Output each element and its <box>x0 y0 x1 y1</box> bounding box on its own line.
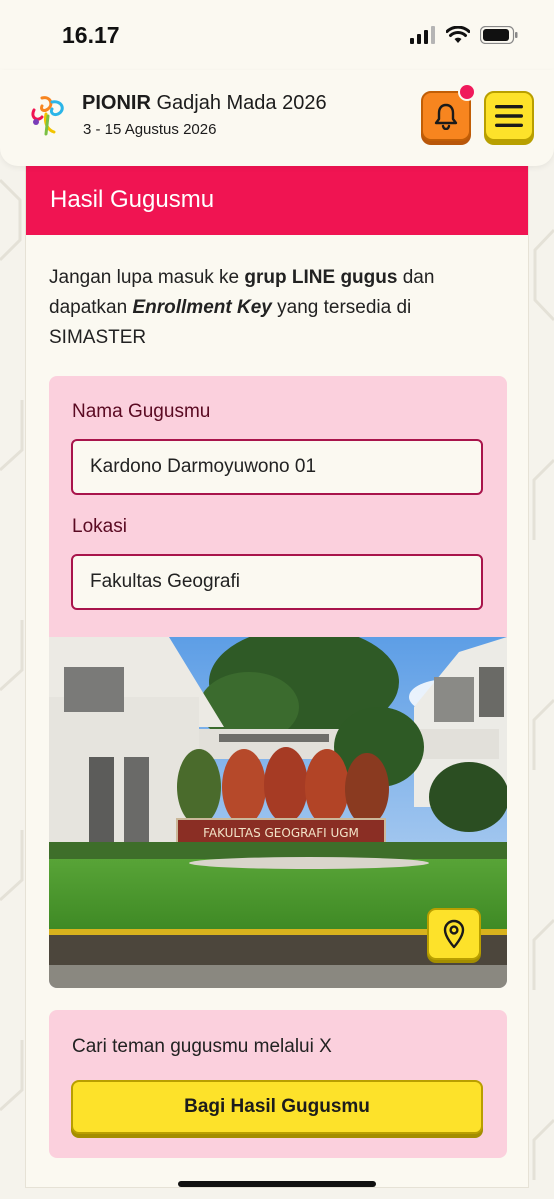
share-result-button[interactable]: Bagi Hasil Gugusmu <box>71 1080 483 1134</box>
app-title: PIONIR Gadjah Mada 2026 <box>82 92 327 115</box>
hamburger-menu-icon <box>495 105 523 127</box>
wifi-icon <box>446 26 470 43</box>
intro-text: Jangan lupa masuk ke grup LINE gugus dan… <box>49 263 469 353</box>
group-name-field[interactable]: Kardono Darmoyuwono 01 <box>71 439 483 495</box>
notification-badge <box>458 83 476 101</box>
event-date: 3 - 15 Agustus 2026 <box>83 121 217 138</box>
share-text: Cari teman gugusmu melalui X <box>72 1036 332 1057</box>
battery-icon <box>480 26 518 44</box>
home-indicator <box>178 1181 376 1187</box>
location-field[interactable]: Fakultas Geografi <box>71 554 483 610</box>
signal-icon <box>410 26 435 44</box>
brand-rest: Gadjah Mada 2026 <box>150 92 327 114</box>
map-pin-icon <box>443 919 465 949</box>
intro-enrollment-key: Enrollment Key <box>132 297 272 318</box>
status-icons <box>410 26 518 44</box>
location-label: Lokasi <box>72 516 127 537</box>
card-header: Hasil Gugusmu <box>26 165 528 235</box>
status-bar: 16.17 <box>0 0 554 70</box>
brand-bold: PIONIR <box>82 92 151 114</box>
intro-part1: Jangan lupa masuk ke <box>49 267 245 288</box>
bell-icon <box>434 103 458 130</box>
group-info-box: Nama Gugusmu Kardono Darmoyuwono 01 Loka… <box>49 376 507 988</box>
intro-line-group: grup LINE gugus <box>244 267 398 288</box>
group-name-label: Nama Gugusmu <box>72 401 211 422</box>
card-title: Hasil Gugusmu <box>50 186 215 213</box>
result-card: Hasil Gugusmu Jangan lupa masuk ke grup … <box>25 164 529 1188</box>
share-box: Cari teman gugusmu melalui X Bagi Hasil … <box>49 1010 507 1158</box>
map-pin-button[interactable] <box>427 908 481 960</box>
pionir-logo <box>31 96 64 136</box>
photo-sign-text: FAKULTAS GEOGRAFI UGM <box>203 826 359 840</box>
menu-button[interactable] <box>484 91 534 141</box>
app-header: PIONIR Gadjah Mada 2026 3 - 15 Agustus 2… <box>0 70 554 166</box>
status-time: 16.17 <box>62 22 120 48</box>
